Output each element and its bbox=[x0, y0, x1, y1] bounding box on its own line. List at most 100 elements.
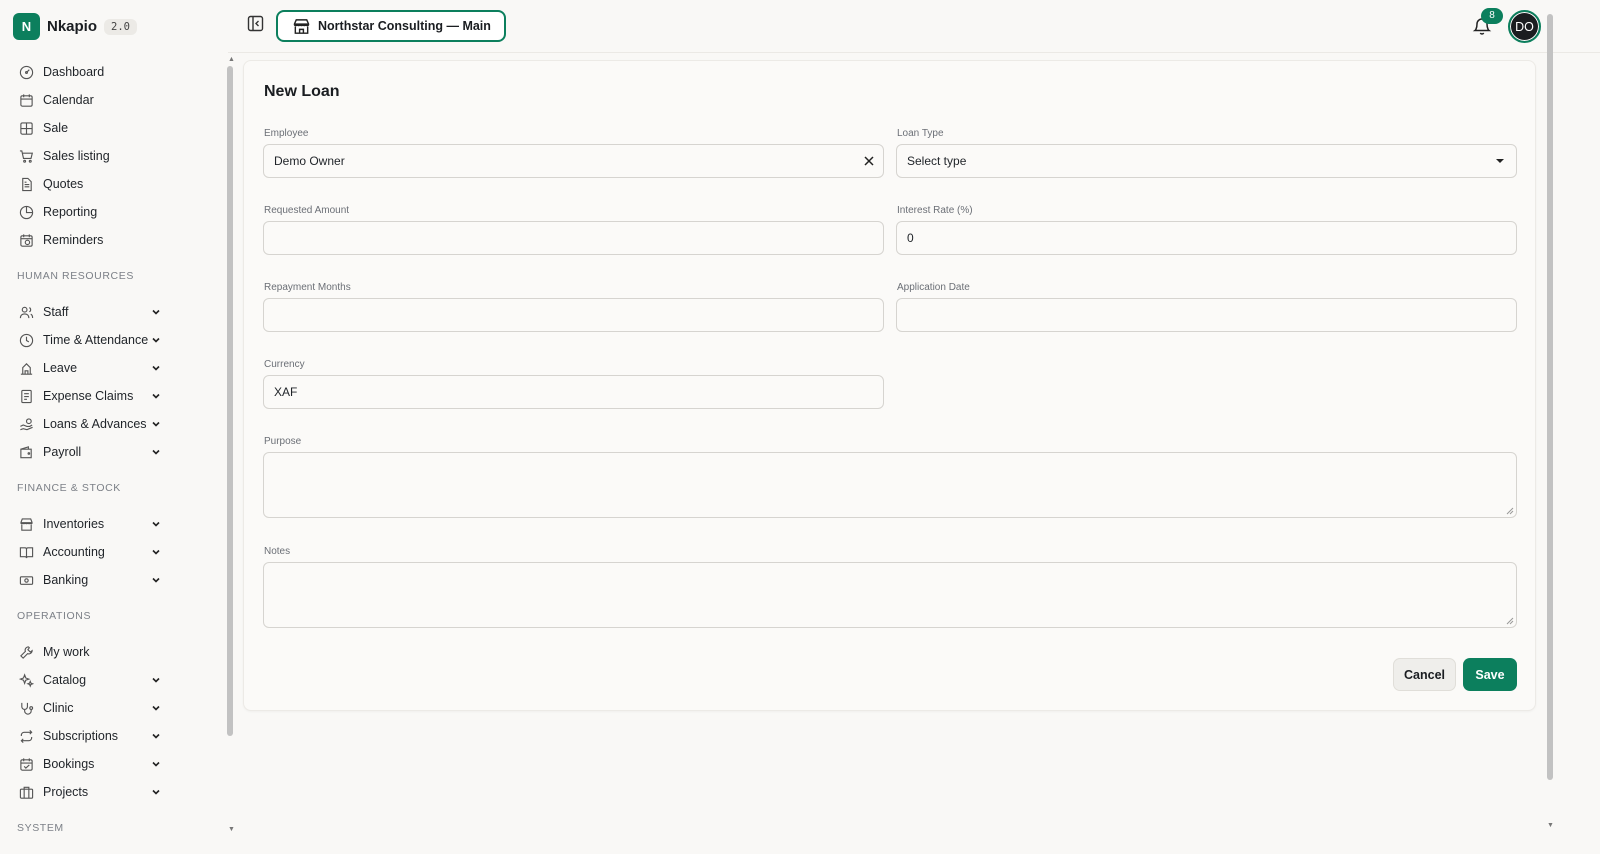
chevron-down-icon bbox=[152, 733, 160, 739]
sidebar-item-label: Sales listing bbox=[43, 149, 110, 163]
cart-icon bbox=[19, 149, 34, 164]
application-date-field[interactable] bbox=[896, 298, 1517, 332]
main-scrollbar-thumb[interactable] bbox=[1547, 14, 1553, 780]
new-loan-card: New Loan Employee Demo Owner Loan Type S… bbox=[243, 60, 1536, 711]
purpose-label: Purpose bbox=[264, 436, 302, 447]
sidebar-scrollbar[interactable]: ▲ ▼ bbox=[226, 56, 235, 833]
sidebar-item-sales-listing[interactable]: Sales listing bbox=[0, 142, 228, 170]
resize-handle-icon[interactable] bbox=[1506, 617, 1514, 625]
calendar-icon bbox=[19, 93, 34, 108]
document-icon bbox=[19, 177, 34, 192]
notes-label: Notes bbox=[264, 546, 291, 557]
requested-amount-label: Requested Amount bbox=[264, 205, 350, 216]
sidebar-item-my-work[interactable]: My work bbox=[0, 638, 228, 666]
main-scrollbar[interactable]: ▼ bbox=[1546, 8, 1554, 838]
sidebar-item-sale[interactable]: Sale bbox=[0, 114, 228, 142]
sidebar-nav: Dashboard Calendar Sale Sales listing Qu… bbox=[0, 58, 228, 850]
chevron-down-icon bbox=[152, 789, 160, 795]
notes-textarea[interactable] bbox=[263, 562, 1517, 628]
chevron-down-icon bbox=[152, 421, 160, 427]
sidebar-item-bookings[interactable]: Bookings bbox=[0, 750, 228, 778]
loan-type-select[interactable]: Select type bbox=[896, 144, 1517, 178]
scroll-down-arrow-icon[interactable]: ▼ bbox=[228, 826, 235, 833]
sidebar-item-label: Quotes bbox=[43, 177, 84, 191]
repayment-months-field[interactable] bbox=[263, 298, 884, 332]
sidebar-item-reporting[interactable]: Reporting bbox=[0, 198, 228, 226]
sidebar-item-label: Banking bbox=[43, 573, 89, 587]
clear-icon[interactable] bbox=[863, 155, 875, 167]
purpose-textarea[interactable] bbox=[263, 452, 1517, 518]
avatar[interactable]: DO bbox=[1508, 10, 1541, 43]
repayment-months-input[interactable] bbox=[274, 308, 883, 322]
sidebar-item-leave[interactable]: Leave bbox=[0, 354, 228, 382]
sidebar-item-label: Catalog bbox=[43, 673, 87, 687]
sidebar-item-label: Leave bbox=[43, 361, 78, 375]
scroll-up-arrow-icon[interactable]: ▲ bbox=[228, 56, 235, 63]
chevron-down-icon bbox=[152, 705, 160, 711]
banknote-icon bbox=[19, 573, 34, 588]
dashboard-gauge-icon bbox=[19, 65, 34, 80]
sidebar-scrollbar-thumb[interactable] bbox=[227, 66, 233, 736]
sidebar-item-calendar[interactable]: Calendar bbox=[0, 86, 228, 114]
chevron-down-icon bbox=[152, 577, 160, 583]
sidebar-item-label: Clinic bbox=[43, 701, 74, 715]
currency-field[interactable] bbox=[263, 375, 884, 409]
hand-coins-icon bbox=[19, 417, 34, 432]
sidebar-item-label: Accounting bbox=[43, 545, 105, 559]
sidebar-item-dashboard[interactable]: Dashboard bbox=[0, 58, 228, 86]
wrench-icon bbox=[19, 645, 34, 660]
section-human-resources: HUMAN RESOURCES bbox=[17, 270, 134, 282]
store-icon bbox=[293, 18, 310, 34]
currency-input[interactable] bbox=[274, 385, 883, 399]
sidebar-item-label: Reminders bbox=[43, 233, 104, 247]
currency-label: Currency bbox=[264, 359, 305, 370]
requested-amount-field[interactable] bbox=[263, 221, 884, 255]
receipt-icon bbox=[19, 389, 34, 404]
sidebar-item-accounting[interactable]: Accounting bbox=[0, 538, 228, 566]
sidebar-item-label: Inventories bbox=[43, 517, 105, 531]
sidebar-item-label: My work bbox=[43, 645, 90, 659]
organization-switcher[interactable]: Northstar Consulting — Main bbox=[276, 10, 506, 42]
save-button[interactable]: Save bbox=[1463, 658, 1517, 691]
sidebar-item-projects[interactable]: Projects bbox=[0, 778, 228, 806]
interest-rate-field[interactable] bbox=[896, 221, 1517, 255]
application-date-input[interactable] bbox=[907, 308, 1516, 322]
sidebar-item-staff[interactable]: Staff bbox=[0, 298, 228, 326]
stethoscope-icon bbox=[19, 701, 34, 716]
sidebar-item-label: Expense Claims bbox=[43, 389, 134, 403]
sidebar-item-label: Payroll bbox=[43, 445, 82, 459]
interest-rate-label: Interest Rate (%) bbox=[897, 205, 973, 216]
sidebar-collapse-icon[interactable] bbox=[247, 15, 264, 32]
sidebar-item-expense-claims[interactable]: Expense Claims bbox=[0, 382, 228, 410]
sidebar-item-catalog[interactable]: Catalog bbox=[0, 666, 228, 694]
chevron-down-icon bbox=[152, 549, 160, 555]
loan-type-label: Loan Type bbox=[897, 128, 944, 139]
cancel-button[interactable]: Cancel bbox=[1393, 658, 1456, 691]
sale-grid-icon bbox=[19, 121, 34, 136]
employee-select[interactable]: Demo Owner bbox=[263, 144, 884, 178]
sidebar-item-reminders[interactable]: Reminders bbox=[0, 226, 228, 254]
sidebar-item-payroll[interactable]: Payroll bbox=[0, 438, 228, 466]
sidebar-item-banking[interactable]: Banking bbox=[0, 566, 228, 594]
chevron-down-icon bbox=[152, 677, 160, 683]
version-badge: 2.0 bbox=[104, 18, 137, 35]
sidebar-item-loans-advances[interactable]: Loans & Advances bbox=[0, 410, 228, 438]
sidebar-item-time-attendance[interactable]: Time & Attendance bbox=[0, 326, 228, 354]
interest-rate-input[interactable] bbox=[907, 231, 1516, 245]
sidebar-item-inventories[interactable]: Inventories bbox=[0, 510, 228, 538]
scroll-down-arrow-icon[interactable]: ▼ bbox=[1547, 822, 1554, 829]
sidebar-item-subscriptions[interactable]: Subscriptions bbox=[0, 722, 228, 750]
section-system: SYSTEM bbox=[17, 822, 64, 834]
calendar-check-icon bbox=[19, 757, 34, 772]
wallet-icon bbox=[19, 445, 34, 460]
brand[interactable]: N Nkapio 2.0 bbox=[13, 13, 137, 40]
sidebar-item-label: Staff bbox=[43, 305, 69, 319]
resize-handle-icon[interactable] bbox=[1506, 507, 1514, 515]
sidebar-item-quotes[interactable]: Quotes bbox=[0, 170, 228, 198]
requested-amount-input[interactable] bbox=[274, 231, 883, 245]
briefcase-icon bbox=[19, 785, 34, 800]
sidebar-item-clinic[interactable]: Clinic bbox=[0, 694, 228, 722]
repeat-icon bbox=[19, 729, 34, 744]
sidebar-item-label: Projects bbox=[43, 785, 89, 799]
pie-chart-icon bbox=[19, 205, 34, 220]
